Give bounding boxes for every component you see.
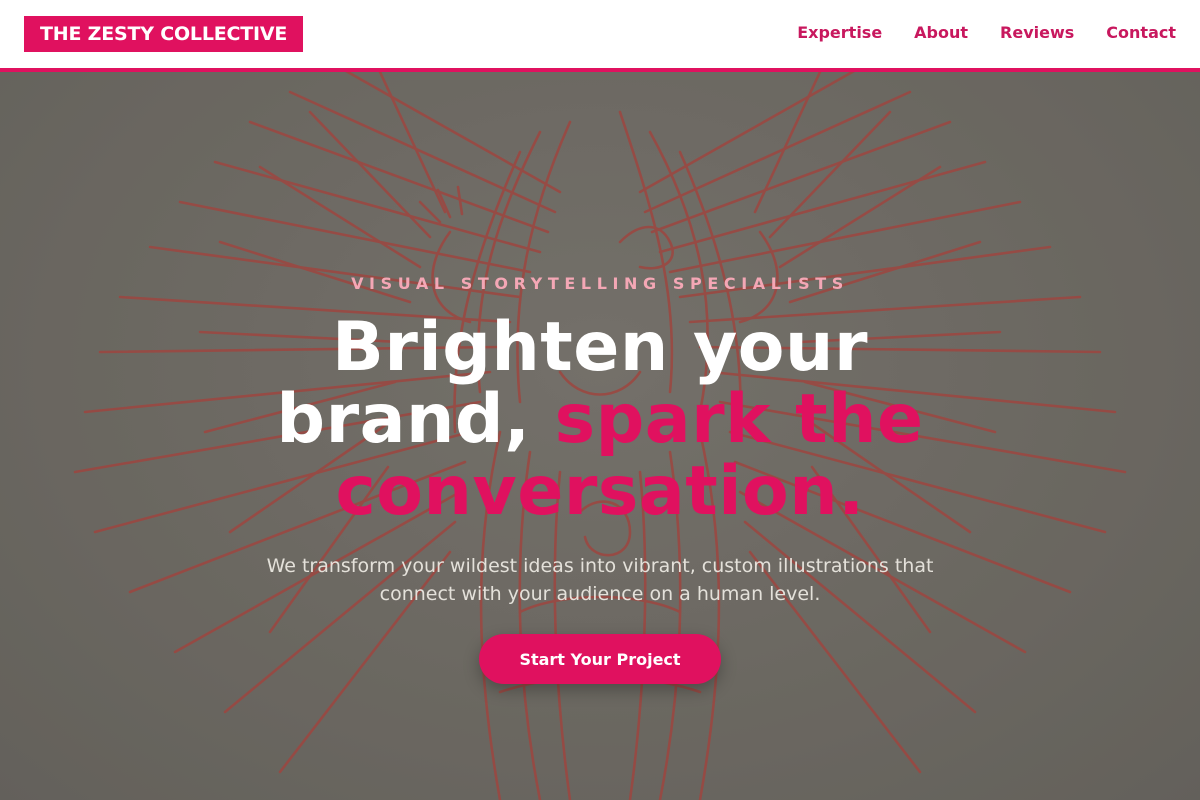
hero-content: VISUAL STORYTELLING SPECIALISTS Brighten… [0,72,1200,800]
landing-page: THE ZESTY COLLECTIVE Expertise About Rev… [0,0,1200,800]
main-nav: Expertise About Reviews Contact [797,22,1176,44]
site-header: THE ZESTY COLLECTIVE Expertise About Rev… [0,0,1200,72]
hero-eyebrow: VISUAL STORYTELLING SPECIALISTS [351,274,849,293]
start-project-button[interactable]: Start Your Project [479,634,721,684]
hero-section: VISUAL STORYTELLING SPECIALISTS Brighten… [0,72,1200,800]
hero-subtext: We transform your wildest ideas into vib… [266,555,934,605]
nav-link-contact[interactable]: Contact [1106,22,1176,44]
nav-link-about[interactable]: About [914,22,968,44]
hero-headline: Brighten your brand, spark the conversat… [200,312,1000,528]
nav-link-expertise[interactable]: Expertise [797,22,882,44]
logo[interactable]: THE ZESTY COLLECTIVE [24,16,304,52]
nav-link-reviews[interactable]: Reviews [1000,22,1074,44]
